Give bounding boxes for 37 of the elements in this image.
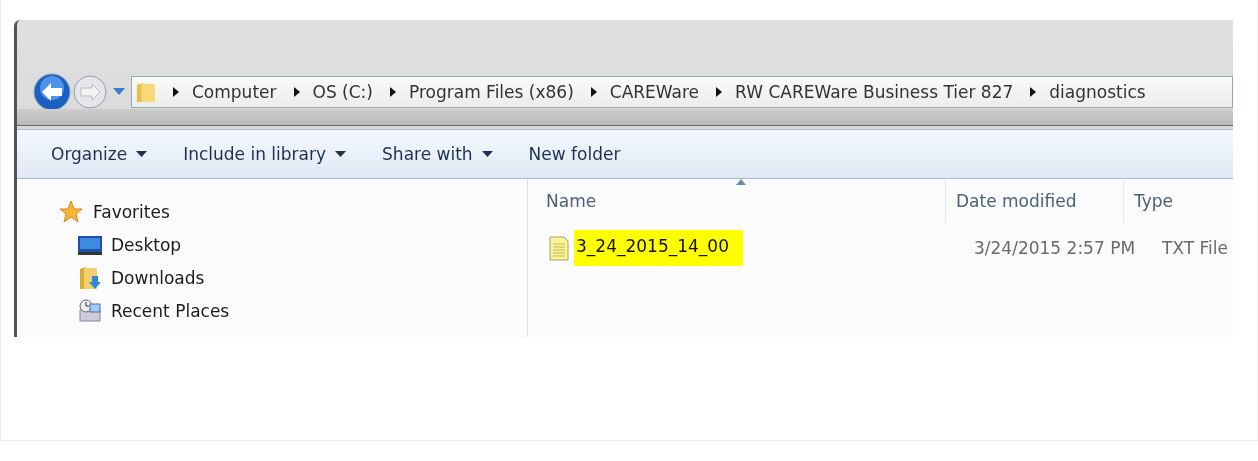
chevron-icon [172,87,180,97]
nav-item[interactable]: Downloads [17,261,527,294]
toolbar-button[interactable]: New folder [522,140,627,168]
type-cell-text: TXT File [1161,238,1228,258]
toolbar-button[interactable]: Share with [376,140,499,168]
breadcrumb[interactable]: CAREWare [609,82,700,102]
caret-icon [136,151,148,157]
column-header[interactable]: Name [528,179,946,223]
chevron-icon [589,87,598,97]
chevron-icon [292,87,301,97]
breadcrumb[interactable]: diagnostics [1049,82,1146,102]
column-header[interactable]: Date modified [946,179,1124,223]
breadcrumb[interactable]: Program Files (x86) [408,82,574,102]
recent-pages-dropdown[interactable] [113,88,125,96]
caret-icon [335,151,347,157]
column-header[interactable]: Type [1124,179,1233,223]
date-cell-text: 3/24/2015 2:57 PM [973,238,1137,258]
folder-icon [136,80,156,104]
nav-item[interactable]: Desktop [17,228,527,261]
clock-icon [77,298,103,323]
back-button[interactable] [33,73,71,111]
address-bar[interactable]: Computer OS (C:) Program Files (x86) CAREWare RW CAREWare Business Tier 827 diagnostics [131,76,1233,108]
nav-item[interactable]: Favorites [17,195,527,228]
caret-icon [481,151,493,157]
breadcrumb[interactable]: Computer [192,82,277,102]
toolbar-button[interactable]: Organize [45,140,154,168]
chevron-icon [1029,87,1038,97]
breadcrumb[interactable]: OS (C:) [312,82,373,102]
nav-item[interactable]: Recent Places [17,294,527,327]
chevron-icon [388,87,397,97]
text-file-icon [548,235,570,261]
chevron-icon [715,87,724,97]
download-folder-icon [77,265,103,290]
toolbar-button[interactable]: Include in library [177,140,353,168]
file-name[interactable]: 3_24_2015_14_00 [574,230,743,266]
breadcrumb[interactable]: RW CAREWare Business Tier 827 [735,82,1014,102]
star-icon [59,199,85,224]
